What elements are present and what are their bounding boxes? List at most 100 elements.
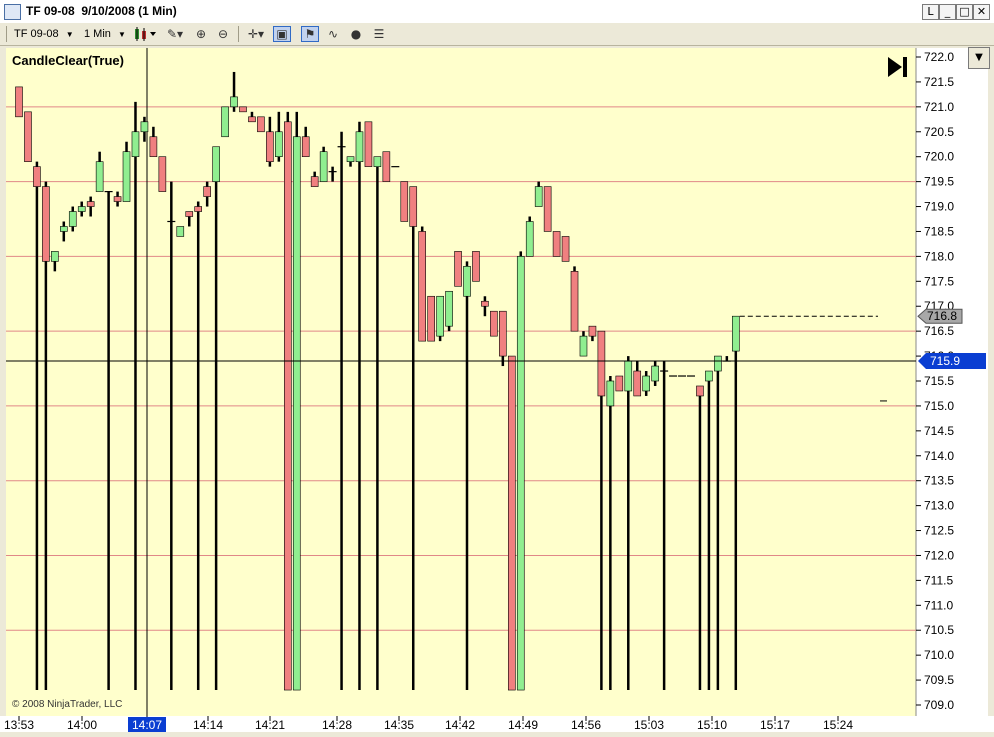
- candle-body: [275, 131, 283, 157]
- chevron-down-icon: ▼: [975, 52, 983, 63]
- price-tick-label: 713.5: [924, 474, 954, 488]
- price-tick-label: 715.5: [924, 374, 954, 388]
- price-tick-label: 712.0: [924, 548, 954, 562]
- candle-body: [24, 111, 32, 162]
- candle-body: [292, 136, 301, 691]
- zoom-in-icon[interactable]: ⊕: [192, 26, 210, 42]
- candle-body: [534, 186, 543, 207]
- candle-body: [588, 325, 597, 337]
- title-bar[interactable]: TF 09-08 9/10/2008 (1 Min) L _ □ ✕: [0, 0, 994, 24]
- candle-body: [516, 256, 525, 691]
- candle-body: [463, 266, 471, 297]
- candle-body: [319, 151, 328, 182]
- price-tick-label: 712.5: [924, 524, 954, 538]
- candle-body: [266, 131, 274, 162]
- candle-body: [624, 360, 633, 392]
- interval-selector[interactable]: 1 Min ▼: [84, 25, 126, 43]
- time-tick-label: 13:53: [4, 718, 34, 732]
- last-price-label: 715.9: [930, 354, 960, 368]
- close-button[interactable]: ✕: [973, 4, 990, 20]
- candle-body: [149, 136, 158, 157]
- candle-body: [561, 236, 570, 262]
- price-tick-label: 710.0: [924, 648, 954, 662]
- candle-body: [696, 385, 704, 397]
- instrument-selector[interactable]: TF 09-08 ▼: [14, 25, 76, 43]
- candle-body: [606, 380, 615, 407]
- price-tick-label: 718.5: [924, 224, 954, 238]
- candle-body: [731, 315, 740, 352]
- price-tick-label: 710.5: [924, 623, 954, 637]
- time-tick-label: 14:07: [132, 718, 162, 732]
- indicator-icon[interactable]: ∿: [324, 26, 342, 42]
- go-to-end-bar: [903, 57, 907, 77]
- record-icon[interactable]: ●: [347, 26, 365, 42]
- candlestick-style-icon[interactable]: [132, 26, 158, 42]
- candle-body: [59, 226, 68, 232]
- candle-body: [239, 106, 247, 113]
- time-tick-label: 15:10: [697, 718, 727, 732]
- chart-window: TF 09-08 9/10/2008 (1 Min) L _ □ ✕ TF 09…: [0, 0, 994, 732]
- strategy-icon[interactable]: ⚑: [301, 26, 319, 42]
- price-tick-label: 709.5: [924, 673, 954, 687]
- candle-body: [301, 136, 310, 157]
- price-tick-label: 713.0: [924, 499, 954, 513]
- zoom-out-icon[interactable]: ⊖: [214, 26, 232, 42]
- minimize-button[interactable]: _: [939, 4, 956, 20]
- price-tick-label: 718.0: [924, 249, 954, 263]
- price-tick-label: 716.5: [924, 324, 954, 338]
- time-tick-label: 14:00: [67, 718, 97, 732]
- data-box-icon[interactable]: ☰: [370, 26, 388, 42]
- price-tick-label: 719.5: [924, 175, 954, 189]
- candle-body: [346, 156, 355, 162]
- candle-body: [481, 300, 489, 307]
- chart-options-dropdown[interactable]: ▼: [968, 47, 990, 69]
- time-tick-label: 14:49: [508, 718, 538, 732]
- candle-body: [68, 211, 77, 227]
- candle-body: [499, 310, 507, 357]
- candle-body: [33, 166, 41, 187]
- candle-body: [77, 206, 86, 212]
- candle-body: [445, 290, 453, 327]
- plot-background: [6, 48, 916, 721]
- candle-body: [525, 221, 534, 257]
- time-tick-label: 15:17: [760, 718, 790, 732]
- link-button[interactable]: L: [922, 4, 939, 20]
- draw-pencil-icon[interactable]: ✎▾: [163, 26, 187, 42]
- candle-body: [552, 231, 561, 257]
- crosshair-icon[interactable]: ✛▾: [244, 26, 268, 42]
- candle-body: [570, 271, 579, 332]
- price-tick-label: 720.5: [924, 125, 954, 139]
- time-tick-label: 14:56: [571, 718, 601, 732]
- chart-app-icon: [4, 4, 21, 20]
- candle-body: [454, 251, 462, 287]
- candle-body: [409, 186, 418, 227]
- properties-icon[interactable]: ▣: [273, 26, 291, 42]
- candle-body: [248, 116, 256, 123]
- candle-body: [355, 131, 364, 162]
- time-tick-label: 15:24: [823, 718, 853, 732]
- candle-body: [651, 365, 659, 382]
- instrument-label: TF 09-08: [14, 28, 59, 40]
- candle-body: [436, 295, 444, 337]
- candle-body: [283, 121, 292, 691]
- indicator-label: CandleClear(True): [12, 53, 124, 68]
- candle-body: [42, 186, 50, 262]
- price-tick-label: 711.0: [924, 598, 953, 612]
- toolbar-separator: [238, 26, 239, 42]
- candle-body: [230, 96, 238, 108]
- price-tick-label: 715.0: [924, 399, 954, 413]
- time-tick-label: 14:35: [384, 718, 414, 732]
- chart-area[interactable]: 722.0 721.5 721.0 720.5 720.0 719.5 719.0 718.5…: [0, 46, 994, 732]
- candle-body: [221, 106, 229, 138]
- time-tick-label: 14:21: [255, 718, 285, 732]
- time-tick-label: 15:03: [634, 718, 664, 732]
- price-tick-label: 721.5: [924, 75, 954, 89]
- window-title: TF 09-08 9/10/2008 (1 Min): [26, 4, 177, 18]
- chevron-down-icon: ▼: [65, 30, 74, 39]
- interval-label: 1 Min: [84, 28, 111, 40]
- maximize-button[interactable]: □: [956, 4, 973, 20]
- candle-body: [382, 151, 391, 182]
- price-tick-label: 722.0: [924, 50, 954, 64]
- candle-body: [642, 375, 651, 392]
- candle-body: [507, 355, 516, 691]
